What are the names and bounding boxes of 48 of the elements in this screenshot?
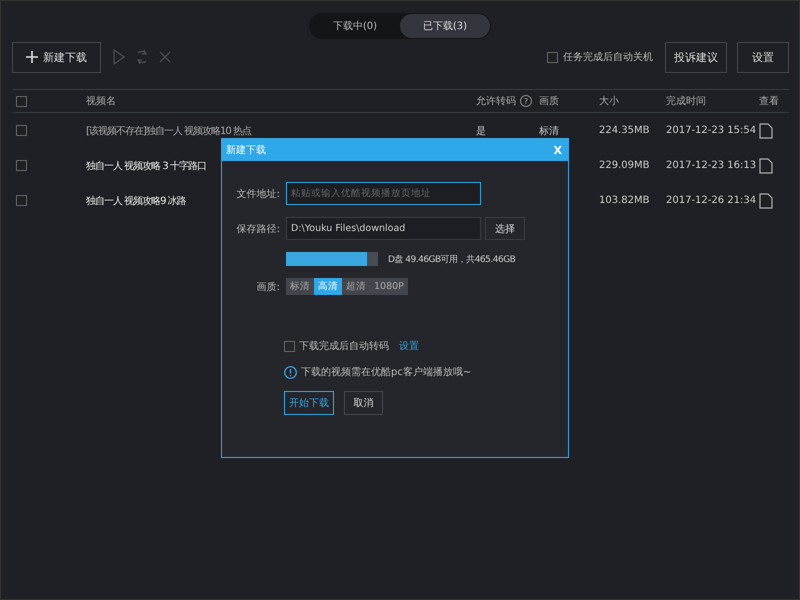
toolbar-button[interactable]: 设置 (737, 42, 789, 72)
column-header: 画质 (539, 94, 559, 108)
help-icon[interactable]: ? (520, 95, 532, 107)
checkbox-label: 下载完成后自动转码 (299, 340, 389, 353)
table-cell-text: 2017-12-23 15:54 (666, 125, 758, 136)
new-download-button[interactable]: 新建下载 (12, 42, 101, 72)
settings-link[interactable]: 设置 (399, 339, 419, 353)
checkbox[interactable] (284, 340, 295, 352)
row-checkbox[interactable] (16, 125, 27, 136)
path-field[interactable]: D:\Youku Files\download (286, 217, 481, 240)
column-header: 查看 (759, 94, 779, 108)
toolbar-button[interactable]: 投诉建议 (665, 42, 727, 72)
disk-space-text: D盘 49.46GB可用，共465.46GB (388, 254, 516, 266)
column-header: 大小 (599, 94, 619, 108)
dialog-button[interactable]: 开始下载 (284, 391, 334, 415)
table-cell: 标清 (539, 126, 559, 136)
tab[interactable]: 已下载(3) (400, 14, 490, 38)
table-cell-text: 2017-12-23 16:13 (666, 160, 758, 171)
column-header: 允许转码 (476, 94, 516, 108)
choose-button[interactable]: 选择 (485, 217, 525, 240)
dialog-title: 新建下载 (226, 144, 266, 157)
video-name: 独自一人 视频攻略 3 十字路口 (86, 160, 206, 172)
table-cell-text: 2017-12-26 21:34 (666, 195, 758, 206)
info-icon (284, 366, 297, 378)
row-checkbox[interactable] (16, 160, 27, 171)
dialog-button[interactable]: 取消 (344, 391, 383, 415)
quality-option[interactable]: 超清 (342, 278, 370, 295)
quality-option[interactable]: 1080P (370, 278, 408, 295)
tab[interactable]: 下载中(0) (310, 14, 400, 38)
row-checkbox[interactable] (16, 195, 27, 206)
field-label: 文件地址: (236, 188, 280, 200)
quality-option[interactable]: 标清 (286, 278, 314, 295)
select-all-checkbox[interactable] (16, 96, 27, 106)
notice-text: 下载的视频需在优酷pc客户端播放哦~ (301, 366, 472, 379)
checkbox[interactable] (547, 52, 558, 62)
table-cell: 是 (476, 126, 486, 136)
video-name: 独自一人 视频攻略9 冰路 (86, 194, 186, 208)
field-label: 保存路径: (236, 222, 280, 236)
checkbox-label: 任务完成后自动关机 (563, 50, 653, 64)
column-header: 视频名 (86, 94, 116, 108)
table-cell-text: 103.82MB (599, 195, 650, 206)
table-cell-text: 229.09MB (599, 160, 650, 171)
column-header: 完成时间 (666, 94, 706, 108)
table-cell-text: 224.35MB (599, 125, 650, 136)
field-label: 画质: (256, 280, 280, 294)
plus-icon (26, 51, 38, 63)
url-field[interactable]: 粘贴或输入优酷视频播放页地址 (286, 182, 481, 205)
video-name: [该视频不存在]独自一人 视频攻略10 热点 (86, 124, 251, 138)
